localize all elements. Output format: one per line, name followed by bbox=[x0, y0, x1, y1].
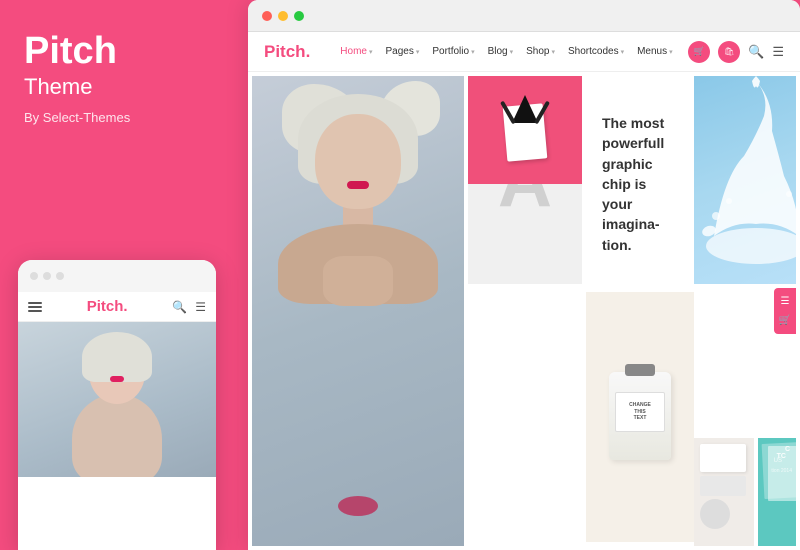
panel-icon-1[interactable]: ☰ bbox=[781, 296, 790, 307]
mobile-hero-image bbox=[18, 322, 216, 477]
text-block: The most powerfull graphic chip is your … bbox=[586, 76, 694, 292]
mobile-logo-dot: . bbox=[123, 298, 127, 315]
mobile-dot-1 bbox=[30, 272, 38, 280]
stationery-image bbox=[694, 438, 754, 546]
mobile-top-bar bbox=[18, 260, 216, 292]
mobile-nav-icons: 🔍 ☰ bbox=[172, 300, 206, 314]
search-nav-icon[interactable]: 🔍 bbox=[748, 44, 764, 60]
left-panel: Pitch Theme By Select-Themes Pitch. 🔍 ☰ bbox=[0, 0, 248, 550]
text-line-4: chip is your bbox=[602, 176, 646, 212]
menu-icon[interactable]: ☰ bbox=[195, 300, 206, 314]
browser-dot-green bbox=[294, 11, 304, 21]
hamburger-icon[interactable] bbox=[28, 302, 42, 312]
center-content: The most powerfull graphic chip is your … bbox=[586, 76, 694, 546]
nav-item-menus[interactable]: Menus ▾ bbox=[631, 42, 679, 61]
text-line-3: graphic bbox=[602, 156, 653, 172]
nav-item-shortcodes[interactable]: Shortcodes ▾ bbox=[562, 42, 630, 61]
nav-item-shop[interactable]: Shop ▾ bbox=[520, 42, 561, 61]
nav-items: Home ▾ Pages ▾ Portfolio ▾ Blog ▾ Shop ▾… bbox=[334, 42, 688, 61]
mobile-nav: Pitch. 🔍 ☰ bbox=[18, 292, 216, 322]
mobile-logo: Pitch. bbox=[87, 298, 128, 315]
mobile-dot-3 bbox=[56, 272, 64, 280]
mobile-logo-text: Pitch bbox=[87, 298, 124, 315]
panel-icon-2[interactable]: 🛒 bbox=[779, 315, 791, 326]
nav-item-blog[interactable]: Blog ▾ bbox=[482, 42, 520, 61]
right-panel: Pitch. Home ▾ Pages ▾ Portfolio ▾ Blog ▾… bbox=[248, 0, 800, 550]
nav-item-home[interactable]: Home ▾ bbox=[334, 42, 378, 61]
text-line-6: tion. bbox=[602, 237, 632, 253]
mobile-dot-2 bbox=[43, 272, 51, 280]
text-line-1: The most bbox=[602, 115, 664, 131]
content-grid: A bbox=[252, 76, 796, 546]
right-side-panel[interactable]: ☰ 🛒 bbox=[774, 288, 796, 334]
text-line-2: powerfull bbox=[602, 135, 664, 151]
search-icon[interactable]: 🔍 bbox=[172, 300, 187, 314]
cart-icon[interactable]: 🛒 bbox=[688, 41, 710, 63]
nav-item-portfolio[interactable]: Portfolio ▾ bbox=[426, 42, 480, 61]
teal-content-image: C US tion 2014 TC bbox=[758, 438, 796, 546]
browser-top-bar bbox=[248, 0, 800, 32]
desktop-nav: Pitch. Home ▾ Pages ▾ Portfolio ▾ Blog ▾… bbox=[248, 32, 800, 72]
desktop-logo-dot: . bbox=[306, 42, 311, 61]
text-line-5: imagina- bbox=[602, 216, 660, 232]
brand-title: Pitch bbox=[24, 32, 224, 70]
mobile-mockup: Pitch. 🔍 ☰ bbox=[18, 260, 216, 550]
fashion-model-image bbox=[252, 76, 464, 546]
menu-nav-icon[interactable]: ☰ bbox=[772, 44, 784, 60]
browser-dot-yellow bbox=[278, 11, 288, 21]
splash-image bbox=[694, 76, 796, 284]
cart-badge-icon[interactable]: 🛍 bbox=[718, 41, 740, 63]
desktop-logo: Pitch. bbox=[264, 42, 310, 62]
nav-right-icons: 🛒 🛍 🔍 ☰ bbox=[688, 41, 784, 63]
product-packaging: CHANGETHISTEXT bbox=[586, 292, 694, 542]
brand-by: By Select-Themes bbox=[24, 110, 224, 125]
desktop-logo-text: Pitch bbox=[264, 42, 306, 61]
browser-content: A bbox=[248, 72, 800, 550]
browser-dot-red bbox=[262, 11, 272, 21]
brand-name: Pitch Theme bbox=[24, 32, 224, 100]
nav-item-pages[interactable]: Pages ▾ bbox=[380, 42, 426, 61]
brand-subtitle: Theme bbox=[24, 74, 224, 100]
splash-svg bbox=[694, 76, 800, 288]
product-pink-image bbox=[468, 76, 582, 184]
